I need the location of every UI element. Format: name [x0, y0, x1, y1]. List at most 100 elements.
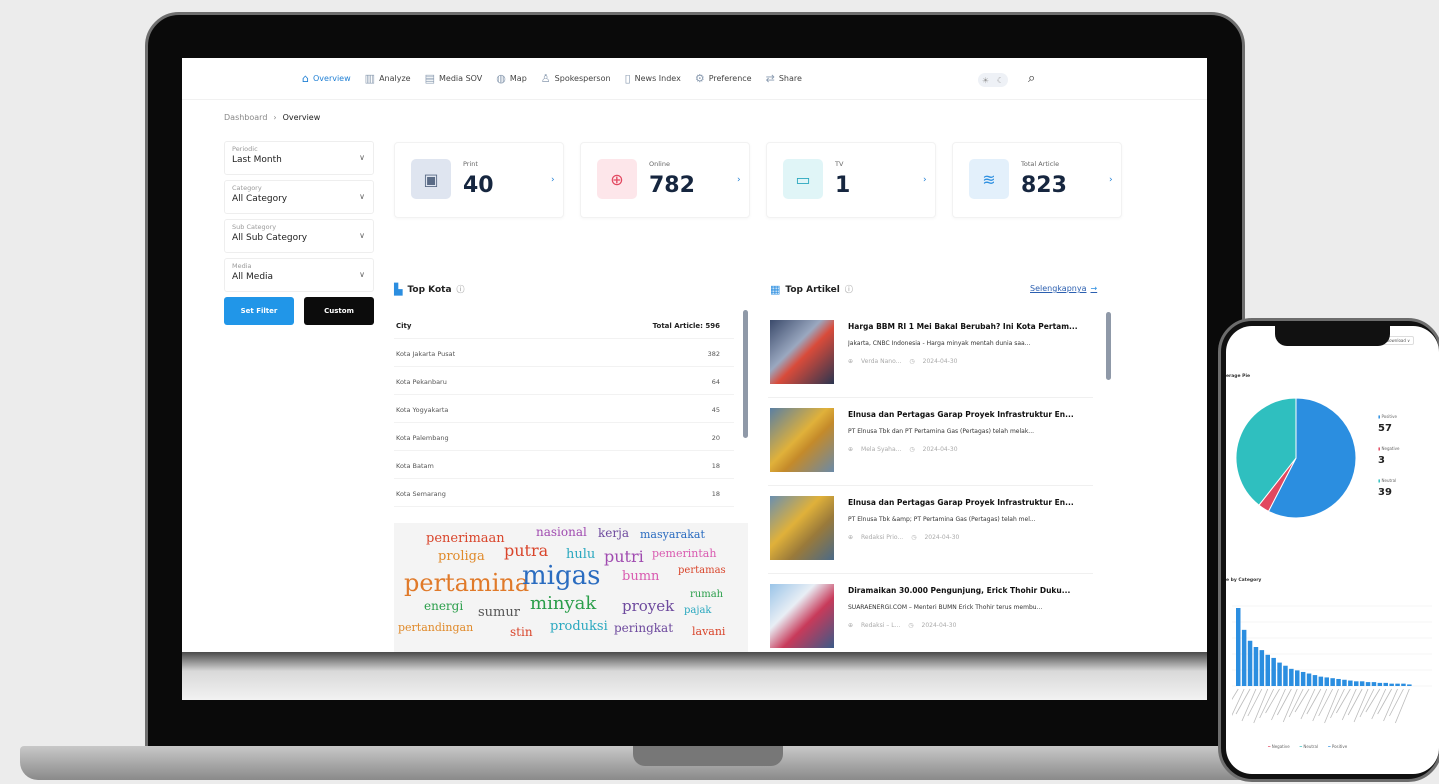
article-title[interactable]: Harga BBM RI 1 Mei Bakal Berubah? Ini Ko… — [848, 322, 1093, 331]
stat-card-online[interactable]: ⊕ Online 782 › — [580, 142, 750, 218]
chevron-right-icon[interactable]: › — [923, 175, 927, 185]
category-bar[interactable] — [1312, 675, 1318, 686]
category-bar[interactable] — [1348, 680, 1353, 686]
category-bar[interactable] — [1336, 678, 1341, 686]
info-icon[interactable]: ⓘ — [457, 284, 465, 295]
word-cloud-term[interactable]: proyek — [622, 597, 674, 615]
word-cloud-term[interactable]: putra — [504, 541, 548, 560]
category-bar[interactable] — [1241, 629, 1247, 686]
word-cloud-term[interactable]: migas — [522, 561, 600, 591]
word-cloud-term[interactable]: stin — [510, 625, 533, 639]
category-bar[interactable] — [1295, 670, 1300, 686]
nav-item-news-index[interactable]: ▯ News Index — [625, 72, 681, 85]
nav-item-share[interactable]: ⇄ Share — [766, 72, 802, 85]
nav-item-map[interactable]: ◍ Map — [496, 72, 527, 85]
category-bar[interactable] — [1401, 683, 1406, 686]
article-title[interactable]: Elnusa dan Pertagas Garap Proyek Infrast… — [848, 410, 1093, 419]
theme-toggle[interactable]: ☀ ☾ — [978, 73, 1008, 87]
nav-item-preference[interactable]: ⚙ Preference — [695, 72, 752, 85]
word-cloud-term[interactable]: pertamas — [678, 565, 726, 576]
word-cloud-term[interactable]: kerja — [598, 526, 629, 540]
filter-value: All Media — [232, 272, 274, 282]
category-bar[interactable] — [1259, 650, 1265, 686]
search-icon[interactable]: ⌕ — [1028, 71, 1035, 86]
word-cloud-term[interactable]: penerimaan — [426, 531, 505, 546]
scrollbar[interactable] — [743, 310, 748, 438]
category-bar[interactable] — [1247, 640, 1253, 686]
category-bar[interactable] — [1271, 657, 1276, 686]
word-cloud-term[interactable]: pertandingan — [398, 621, 473, 634]
word-cloud-term[interactable]: hulu — [566, 547, 595, 562]
article-thumbnail[interactable] — [770, 408, 834, 472]
article-title[interactable]: Elnusa dan Pertagas Garap Proyek Infrast… — [848, 498, 1093, 507]
article-item[interactable]: Elnusa dan Pertagas Garap Proyek Infrast… — [768, 490, 1093, 574]
nav-item-analyze[interactable]: ▥ Analyze — [365, 72, 411, 85]
category-bar[interactable] — [1395, 683, 1400, 686]
filter-media[interactable]: Media All Media ∨ — [224, 258, 374, 292]
chevron-right-icon[interactable]: › — [551, 175, 555, 185]
filter-sub-category[interactable]: Sub Category All Sub Category ∨ — [224, 219, 374, 253]
word-cloud-term[interactable]: putri — [604, 547, 644, 566]
article-item[interactable]: Elnusa dan Pertagas Garap Proyek Infrast… — [768, 402, 1093, 486]
word-cloud-term[interactable]: peringkat — [614, 621, 673, 635]
word-cloud-term[interactable]: rumah — [690, 589, 723, 600]
article-thumbnail[interactable] — [770, 584, 834, 648]
category-bar[interactable] — [1407, 684, 1412, 686]
category-bar[interactable] — [1324, 677, 1330, 686]
category-bar[interactable] — [1289, 668, 1294, 686]
filter-periodic[interactable]: Periodic Last Month ∨ — [224, 141, 374, 175]
article-title[interactable]: Diramaikan 30.000 Pengunjung, Erick Thoh… — [848, 586, 1093, 595]
nav-item-media-sov[interactable]: ▤ Media SOV — [425, 72, 483, 85]
info-icon[interactable]: ⓘ — [845, 284, 853, 295]
article-item[interactable]: Harga BBM RI 1 Mei Bakal Berubah? Ini Ko… — [768, 314, 1093, 398]
chevron-right-icon[interactable]: › — [1109, 175, 1113, 185]
nav-label: Share — [778, 74, 802, 83]
word-cloud-term[interactable]: sumur — [478, 605, 520, 620]
stat-card-tv[interactable]: ▭ TV 1 › — [766, 142, 936, 218]
category-bar[interactable] — [1236, 608, 1241, 686]
word-cloud-term[interactable]: proliga — [438, 549, 485, 564]
set-filter-button[interactable]: Set Filter — [224, 297, 294, 325]
category-bar[interactable] — [1371, 682, 1377, 686]
author-icon: ⊕ — [848, 358, 854, 365]
see-more-link[interactable]: Selengkapnya → — [1030, 284, 1097, 293]
word-cloud-term[interactable]: nasional — [536, 525, 587, 539]
chevron-right-icon[interactable]: › — [737, 175, 741, 185]
nav-item-spokesperson[interactable]: ♙ Spokesperson — [541, 72, 611, 85]
word-cloud-term[interactable]: produksi — [550, 619, 608, 634]
stat-card-total-article[interactable]: ≋ Total Article 823 › — [952, 142, 1122, 218]
category-bar[interactable] — [1306, 673, 1312, 686]
word-cloud-term[interactable]: masyarakat — [640, 528, 705, 541]
category-bar[interactable] — [1253, 647, 1259, 686]
filter-category[interactable]: Category All Category ∨ — [224, 180, 374, 214]
stat-card-print[interactable]: ▣ Print 40 › — [394, 142, 564, 218]
category-bar[interactable] — [1277, 662, 1282, 686]
word-cloud-term[interactable]: pertamina — [404, 569, 529, 597]
scrollbar[interactable] — [1106, 312, 1111, 380]
article-thumbnail[interactable] — [770, 496, 834, 560]
category-bar[interactable] — [1342, 679, 1347, 686]
category-bar[interactable] — [1354, 681, 1359, 686]
word-cloud-term[interactable]: energi — [424, 599, 463, 613]
category-bar[interactable] — [1330, 678, 1335, 686]
category-bar[interactable] — [1359, 681, 1365, 686]
breadcrumb-root[interactable]: Dashboard — [224, 113, 267, 122]
category-bar[interactable] — [1318, 676, 1324, 686]
category-bar[interactable] — [1377, 682, 1383, 686]
category-bar[interactable] — [1383, 682, 1389, 686]
word-cloud-term[interactable]: pemerintah — [652, 547, 716, 560]
category-bar[interactable] — [1300, 671, 1306, 686]
category-bar[interactable] — [1365, 682, 1371, 686]
word-cloud-term[interactable]: minyak — [530, 593, 596, 614]
custom-button[interactable]: Custom — [304, 297, 374, 325]
word-cloud-term[interactable]: lavani — [692, 625, 725, 638]
category-bar[interactable] — [1265, 654, 1271, 686]
article-item[interactable]: Diramaikan 30.000 Pengunjung, Erick Thoh… — [768, 578, 1093, 652]
nav-item-overview[interactable]: ⌂ Overview — [302, 72, 351, 85]
word-cloud-term[interactable]: bumn — [622, 569, 659, 584]
word-cloud-term[interactable]: pajak — [684, 605, 712, 616]
category-bar[interactable] — [1283, 665, 1288, 686]
article-thumbnail[interactable] — [770, 320, 834, 384]
stat-value: 782 — [649, 173, 695, 198]
category-bar[interactable] — [1389, 683, 1394, 686]
